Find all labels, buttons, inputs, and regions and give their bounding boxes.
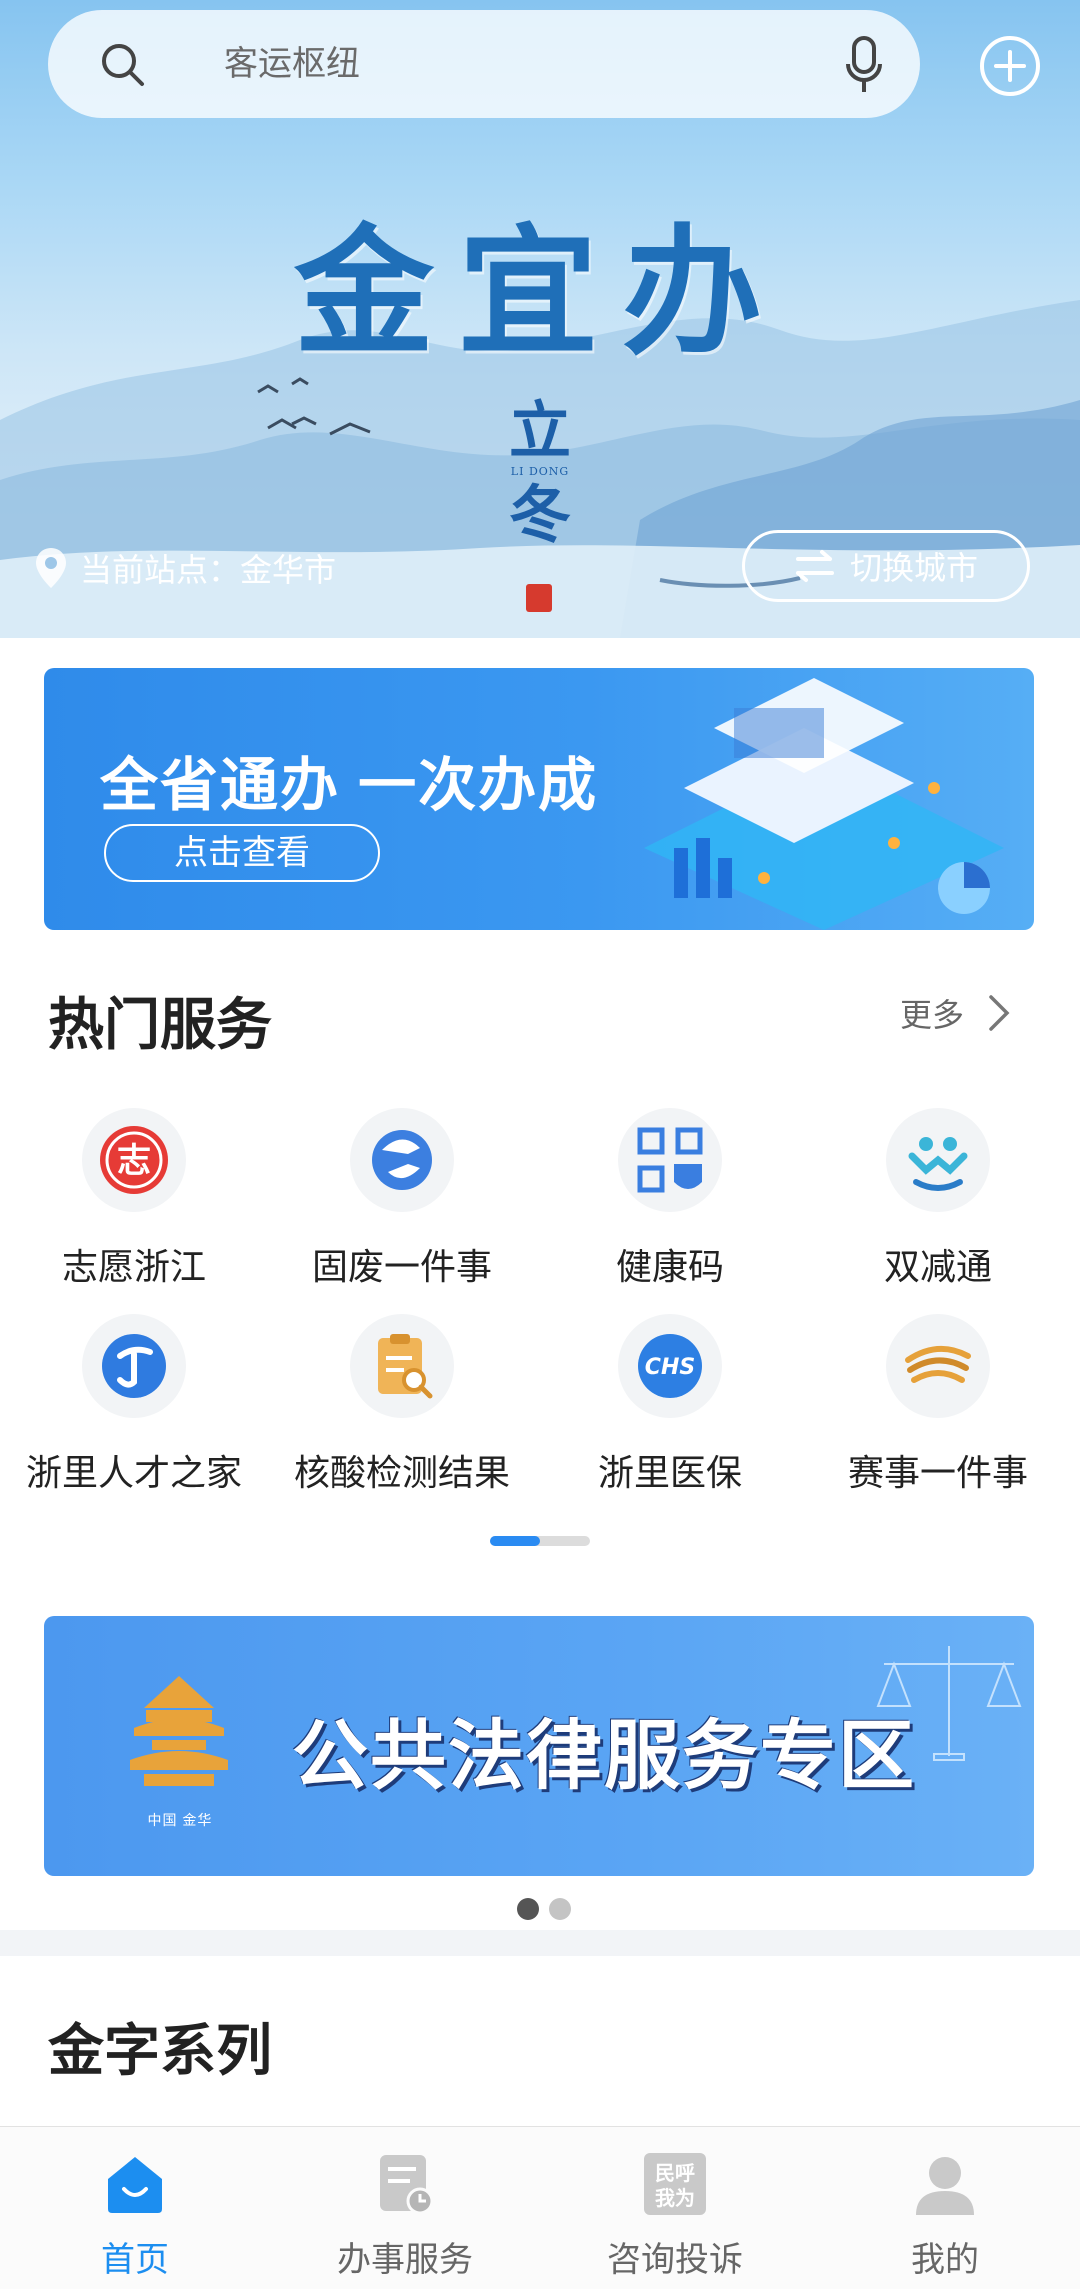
station-text: 当前站点：金华市	[80, 552, 337, 588]
volunteer-icon: 志	[100, 1126, 168, 1194]
service-nucleic-test[interactable]: 核酸检测结果	[268, 1314, 536, 1496]
app-title: 金宜办	[293, 211, 786, 375]
microphone-icon[interactable]	[844, 36, 884, 94]
service-medical-insurance[interactable]: CHS 浙里医保	[536, 1314, 804, 1496]
promo-banner-legal-services[interactable]: 中国 金华 公共法律服务专区	[44, 1616, 1034, 1876]
solid-waste-icon	[372, 1130, 432, 1190]
seal-stamp	[526, 584, 552, 612]
complaint-icon: 民呼 我为	[644, 2153, 706, 2215]
hot-services-title: 热门服务	[48, 993, 272, 1056]
hero-header: 客运枢纽 金宜办 立 LI DONG 冬 当前站点：金华市 切换城市	[0, 0, 1080, 638]
logo-caption: 中国 金华	[147, 1812, 213, 1828]
home-icon	[108, 2157, 162, 2213]
svg-text:CHS: CHS	[645, 1355, 695, 1380]
volunteer-icon-wrap: 志	[82, 1108, 186, 1212]
carousel-dot	[549, 1898, 571, 1920]
tab-profile[interactable]: 我的	[810, 2151, 1080, 2281]
svg-text:志: 志	[117, 1141, 151, 1181]
profile-icon	[916, 2157, 974, 2215]
bottom-tab-bar: 首页 办事服务 民呼 我为 咨询投诉 我的	[0, 2126, 1080, 2289]
talent-home-icon-wrap	[82, 1314, 186, 1418]
service-sports-event[interactable]: 赛事一件事	[804, 1314, 1072, 1496]
service-label: 赛事一件事	[847, 1452, 1028, 1493]
sports-event-icon-wrap	[886, 1314, 990, 1418]
service-talent-home[interactable]: 浙里人才之家	[0, 1314, 268, 1496]
tab-home[interactable]: 首页	[0, 2151, 270, 2281]
service-label: 浙里医保	[597, 1452, 742, 1493]
health-code-icon-wrap	[618, 1108, 722, 1212]
nucleic-test-icon	[378, 1334, 433, 1399]
jinhua-logo	[130, 1676, 228, 1786]
solar-term-char1: 立	[508, 394, 571, 467]
service-double-reduction[interactable]: 双减通	[804, 1108, 1072, 1290]
double-reduction-icon	[908, 1137, 968, 1191]
current-station: 当前站点：金华市	[34, 540, 336, 596]
double-reduction-icon-wrap	[886, 1108, 990, 1212]
tab-services[interactable]: 办事服务	[270, 2151, 540, 2281]
tab-label: 我的	[911, 2241, 979, 2279]
add-icon[interactable]	[978, 34, 1042, 98]
talent-home-icon	[102, 1334, 166, 1398]
services-page-indicator	[490, 1536, 590, 1546]
solid-waste-icon-wrap	[350, 1108, 454, 1212]
service-label: 固废一件事	[311, 1246, 492, 1287]
solar-term-char2: 冬	[508, 478, 571, 551]
complaint-icon-text-bottom: 我为	[655, 2186, 695, 2210]
view-details-button[interactable]: 点击查看	[104, 824, 380, 882]
carousel-dot-active	[517, 1898, 539, 1920]
home-page: 客运枢纽 金宜办 立 LI DONG 冬 当前站点：金华市 切换城市 全省通办 …	[0, 0, 1080, 2289]
page-indicator-active	[490, 1536, 540, 1546]
legal-banner-title: 公共法律服务专区	[292, 1714, 916, 1799]
isometric-office-illustration	[644, 678, 1004, 930]
service-label: 浙里人才之家	[25, 1452, 242, 1493]
service-doc-icon	[380, 2155, 434, 2215]
switch-city-button[interactable]: 切换城市	[742, 530, 1030, 602]
sports-event-icon	[905, 1345, 971, 1383]
service-health-code[interactable]: 健康码	[536, 1108, 804, 1290]
service-solid-waste[interactable]: 固废一件事	[268, 1108, 536, 1290]
nucleic-test-icon-wrap	[350, 1314, 454, 1418]
tab-label: 办事服务	[337, 2241, 473, 2279]
search-icon	[102, 44, 144, 86]
location-pin-icon	[36, 548, 66, 588]
justice-scale-icon	[876, 1646, 1022, 1761]
service-label: 双减通	[883, 1246, 992, 1287]
service-volunteer-zhejiang[interactable]: 志 志愿浙江	[0, 1108, 268, 1290]
banner-title: 全省通办 一次办成	[100, 753, 599, 818]
health-code-icon	[637, 1127, 703, 1193]
tab-complaint[interactable]: 民呼 我为 咨询投诉	[540, 2151, 810, 2281]
more-link[interactable]: 更多	[900, 990, 1012, 1036]
swap-arrows-icon	[795, 550, 834, 582]
jin-series-title: 金字系列	[48, 2019, 272, 2082]
service-label: 健康码	[615, 1246, 724, 1287]
tab-label: 咨询投诉	[607, 2241, 743, 2279]
medical-insurance-icon: CHS	[638, 1334, 702, 1398]
complaint-icon-text-top: 民呼	[655, 2161, 695, 2185]
search-bar[interactable]: 客运枢纽	[48, 10, 920, 118]
search-placeholder: 客运枢纽	[224, 45, 360, 83]
service-label: 志愿浙江	[61, 1246, 206, 1287]
chevron-right-icon	[989, 995, 1010, 1031]
section-divider	[0, 1930, 1080, 1956]
promo-banner-province[interactable]: 全省通办 一次办成 点击查看	[44, 668, 1034, 930]
solar-term: 立 LI DONG 冬	[500, 398, 580, 550]
service-label: 核酸检测结果	[293, 1452, 510, 1493]
switch-city-label: 切换城市	[849, 550, 978, 586]
banner-carousel-dots	[512, 1898, 576, 1920]
tab-label: 首页	[101, 2241, 169, 2279]
medical-insurance-icon-wrap: CHS	[618, 1314, 722, 1418]
more-label: 更多	[900, 997, 965, 1033]
